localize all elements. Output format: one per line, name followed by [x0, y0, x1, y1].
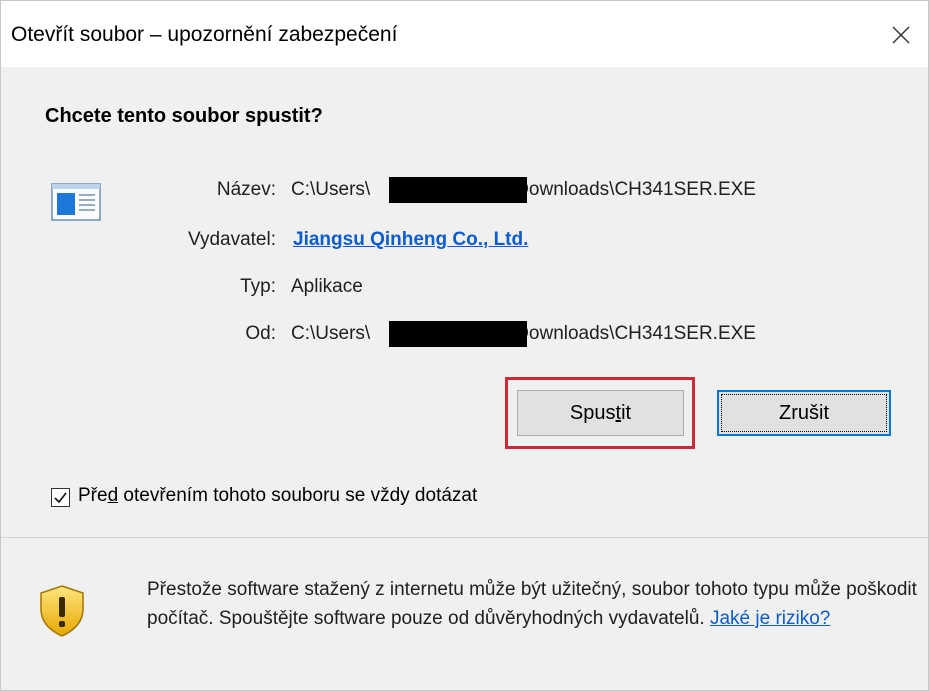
run-button[interactable]: Spus t it — [517, 390, 684, 436]
question-heading: Chcete tento soubor spustit? — [45, 105, 323, 127]
checkmark-icon — [54, 492, 67, 504]
from-label: Od: — [245, 323, 276, 344]
always-ask-label[interactable]: Před otevřením tohoto souboru se vždy do… — [78, 485, 477, 507]
risk-link[interactable]: Jaké je riziko? — [710, 608, 830, 629]
redacted-username — [389, 177, 527, 203]
redacted-username — [389, 321, 527, 347]
type-value: Aplikace — [291, 276, 363, 297]
close-button[interactable] — [878, 15, 924, 55]
cancel-button[interactable]: Zrušit — [717, 390, 891, 436]
security-warning-dialog: Otevřít soubor – upozornění zabezpečení … — [0, 0, 929, 691]
type-label: Typ: — [240, 276, 276, 297]
application-icon — [51, 183, 101, 221]
name-value-suffix: Downloads\CH341SER.EXE — [515, 179, 756, 200]
name-label: Název: — [216, 179, 276, 200]
from-value-prefix: C:\Users\ — [291, 323, 371, 344]
window-title: Otevřít soubor – upozornění zabezpečení — [11, 23, 398, 46]
close-icon — [892, 26, 910, 44]
name-value-prefix: C:\Users\ — [291, 179, 371, 200]
always-ask-checkbox[interactable] — [51, 488, 70, 507]
publisher-label: Vydavatel: — [187, 229, 276, 250]
publisher-link[interactable]: Jiangsu Qinheng Co., Ltd. — [293, 229, 528, 251]
shield-warning-icon — [40, 585, 84, 637]
from-value-suffix: Downloads\CH341SER.EXE — [515, 323, 756, 344]
warning-message: Přestože software stažený z internetu mů… — [147, 579, 917, 629]
title-bar: Otevřít soubor – upozornění zabezpečení — [1, 1, 928, 67]
